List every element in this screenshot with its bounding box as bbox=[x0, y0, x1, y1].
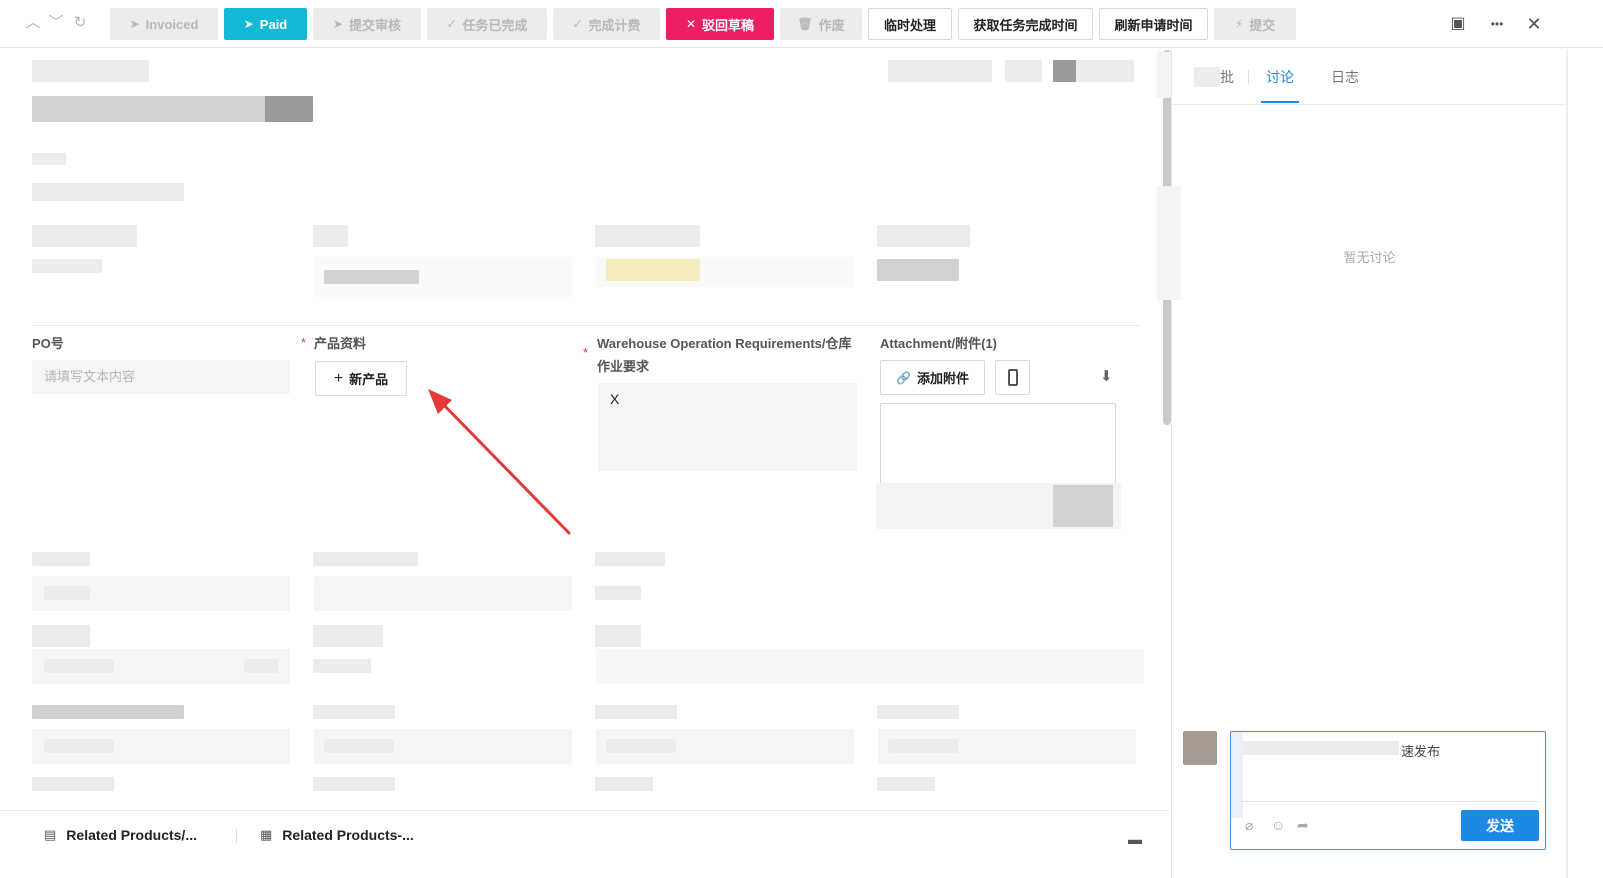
send-button[interactable]: 发送 bbox=[1461, 810, 1539, 841]
chevron-up-icon[interactable]: ︿ bbox=[24, 14, 42, 32]
tab-related-products-1-label: Related Products/... bbox=[66, 827, 197, 843]
submit-button-label: 提交 bbox=[1249, 17, 1276, 33]
get-task-completion-time-button[interactable]: 获取任务完成时间 bbox=[958, 8, 1093, 40]
refresh-application-time-button-label: 刷新申请时间 bbox=[1114, 17, 1193, 33]
complete-billing-button[interactable]: ✓ 完成计费 bbox=[553, 8, 660, 40]
task-completed-button[interactable]: ✓ 任务已完成 bbox=[427, 8, 547, 40]
more-icon[interactable]: ••• bbox=[1485, 12, 1509, 36]
sidebar-toggle-icon[interactable]: ▣ bbox=[1446, 12, 1470, 36]
trash-icon: 🗑 bbox=[797, 17, 813, 31]
related-tabs-bar: ▤ Related Products/... ▦ Related Product… bbox=[0, 810, 1170, 858]
form-main: PO号 请填写文本内容 * 产品资料 + 新产品 * Warehouse Ope… bbox=[0, 49, 1170, 829]
comment-input[interactable]: 速发布 ⌀ ☺ ➦ 发送 bbox=[1230, 731, 1546, 850]
tab-related-products-2[interactable]: ▦ Related Products-... bbox=[260, 821, 414, 849]
invoiced-button[interactable]: ➤ Invoiced bbox=[110, 8, 218, 40]
top-toolbar: ︿ ﹀ ↻ ➤ Invoiced ➤ Paid ➤ 提交审核 ✓ 任务已完成 ✓… bbox=[0, 0, 1603, 48]
attach-icon[interactable]: ⌀ bbox=[1245, 817, 1253, 834]
grid-list-icon: ▦ bbox=[260, 827, 273, 842]
invoiced-button-label: Invoiced bbox=[145, 16, 199, 32]
list-card-icon: ▤ bbox=[44, 827, 57, 842]
submit-review-button[interactable]: ➤ 提交审核 bbox=[313, 8, 421, 40]
lightning-icon: ⚡ bbox=[1234, 17, 1244, 31]
check-icon: ✓ bbox=[572, 17, 583, 31]
paid-button[interactable]: ➤ Paid bbox=[224, 8, 307, 40]
redacted-edge bbox=[1231, 732, 1243, 818]
comment-text: 速发布 bbox=[1401, 744, 1441, 759]
refresh-icon[interactable]: ↻ bbox=[71, 14, 89, 32]
tab-discussion[interactable]: 讨论 bbox=[1266, 67, 1294, 87]
reject-draft-button-label: 驳回草稿 bbox=[702, 17, 755, 33]
panel-scrollbar[interactable] bbox=[1566, 49, 1568, 878]
task-completed-button-label: 任务已完成 bbox=[462, 17, 528, 33]
close-window-icon[interactable]: ✕ bbox=[1522, 12, 1546, 36]
avatar bbox=[1183, 731, 1217, 765]
refresh-application-time-button[interactable]: 刷新申请时间 bbox=[1099, 8, 1208, 40]
panel-toggle-icon[interactable]: ▬ bbox=[1128, 831, 1142, 847]
check-icon: ✓ bbox=[446, 17, 457, 31]
send-arrow-icon: ➤ bbox=[243, 17, 254, 31]
tab-approval[interactable]: 批 bbox=[1220, 67, 1234, 87]
close-icon: ✕ bbox=[685, 17, 697, 31]
paid-button-label: Paid bbox=[259, 16, 288, 32]
reject-draft-button[interactable]: ✕ 驳回草稿 bbox=[666, 8, 774, 40]
void-button-label: 作废 bbox=[818, 17, 845, 33]
void-button[interactable]: 🗑 作废 bbox=[780, 8, 862, 40]
tab-separator bbox=[1248, 70, 1249, 84]
submit-button[interactable]: ⚡ 提交 bbox=[1214, 8, 1296, 40]
temporary-handling-button-label: 临时处理 bbox=[883, 17, 936, 33]
tab-related-products-1[interactable]: ▤ Related Products/... bbox=[44, 821, 197, 849]
share-icon[interactable]: ➦ bbox=[1297, 817, 1309, 834]
chevron-down-icon[interactable]: ﹀ bbox=[47, 14, 65, 32]
complete-billing-button-label: 完成计费 bbox=[588, 17, 641, 33]
redacted-edge bbox=[1157, 186, 1181, 300]
panel-header-divider bbox=[1172, 104, 1567, 105]
temporary-handling-button[interactable]: 临时处理 bbox=[868, 8, 952, 40]
active-tab-indicator bbox=[1261, 101, 1299, 103]
annotation-arrow bbox=[428, 389, 571, 535]
comment-divider bbox=[1241, 801, 1539, 802]
get-task-completion-time-button-label: 获取任务完成时间 bbox=[973, 17, 1078, 33]
tab-log[interactable]: 日志 bbox=[1331, 67, 1359, 87]
send-arrow-icon: ➤ bbox=[332, 17, 344, 31]
send-arrow-icon: ➤ bbox=[129, 17, 140, 31]
submit-review-button-label: 提交审核 bbox=[349, 17, 402, 33]
tab-related-products-2-label: Related Products-... bbox=[282, 827, 414, 843]
redacted-tab-text bbox=[1194, 67, 1220, 87]
emoji-icon[interactable]: ☺ bbox=[1271, 817, 1285, 833]
no-discussion-message: 暂无讨论 bbox=[1343, 250, 1396, 265]
tab-separator bbox=[236, 829, 237, 843]
app-window: ︿ ﹀ ↻ ➤ Invoiced ➤ Paid ➤ 提交审核 ✓ 任务已完成 ✓… bbox=[0, 0, 1603, 878]
redacted-comment-text bbox=[1239, 741, 1399, 755]
redacted-edge bbox=[1157, 52, 1171, 98]
